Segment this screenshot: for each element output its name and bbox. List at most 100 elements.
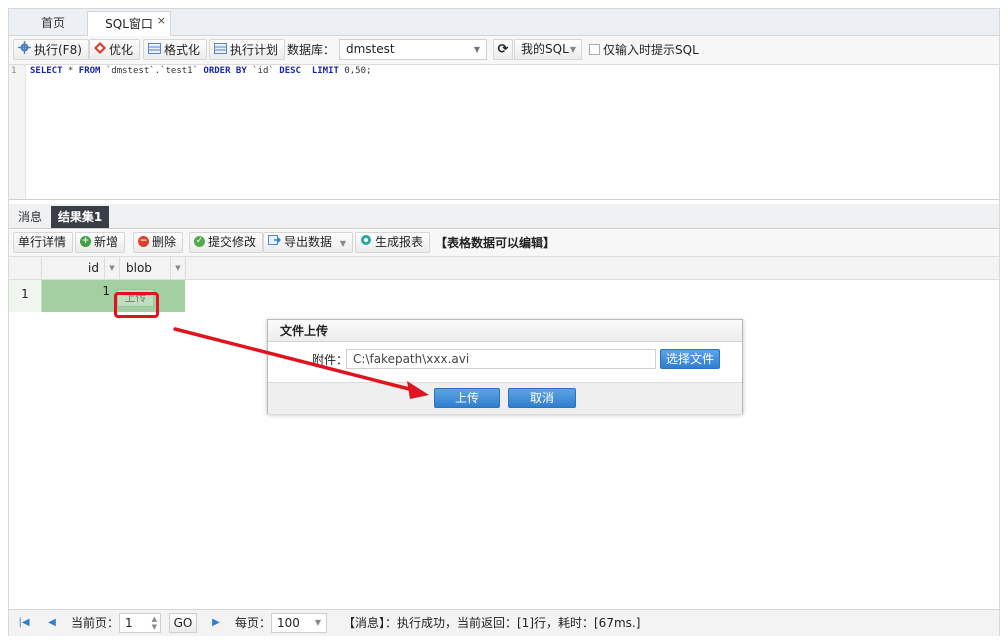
column-header-id[interactable]: id ▼ bbox=[42, 257, 120, 279]
format-label: 格式化 bbox=[164, 43, 201, 57]
add-row-label: 新增 bbox=[94, 235, 119, 249]
add-row-button[interactable]: + 新增 bbox=[75, 232, 126, 253]
close-icon[interactable]: × bbox=[157, 9, 166, 33]
dialog-footer: 上传 取消 bbox=[268, 382, 742, 414]
format-button[interactable]: 格式化 bbox=[143, 39, 208, 61]
execute-button[interactable]: 执行(F8) bbox=[13, 39, 89, 60]
column-header-label: blob bbox=[126, 261, 152, 275]
export-data-button[interactable]: 导出数据 ▼ bbox=[263, 232, 353, 253]
execution-plan-button[interactable]: 执行计划 bbox=[209, 39, 286, 61]
first-page-icon[interactable]: |◀ bbox=[15, 614, 33, 632]
row-detail-button[interactable]: 单行详情 bbox=[13, 232, 74, 253]
sql-keyword: FROM bbox=[78, 66, 101, 76]
tab-result-set-1[interactable]: 结果集1 bbox=[51, 206, 109, 228]
attachment-label: 附件： bbox=[312, 353, 349, 367]
sql-toolbar: 执行(F8) 优化 格式化 执行计划 数据库： dmstest ▼ ⟳ 我的SQ… bbox=[9, 36, 999, 65]
check-icon: ✓ bbox=[194, 236, 205, 247]
delete-row-label: 删除 bbox=[152, 235, 177, 249]
choose-file-button[interactable]: 选择文件 bbox=[660, 349, 720, 369]
result-tab-bar: 消息 结果集1 bbox=[9, 204, 999, 229]
line-gutter: 1 bbox=[9, 65, 26, 199]
refresh-icon[interactable]: ⟳ bbox=[493, 39, 513, 60]
tab-sql-window[interactable]: SQL窗口 × bbox=[87, 11, 171, 36]
execution-plan-label: 执行计划 bbox=[230, 43, 279, 57]
go-button[interactable]: GO bbox=[169, 613, 197, 633]
tab-messages[interactable]: 消息 bbox=[11, 206, 49, 228]
sql-window: 首页 SQL窗口 × 执行(F8) 优化 格式化 执行计划 数据库： dmste… bbox=[8, 8, 1000, 636]
grid-header: id ▼ blob ▼ bbox=[9, 257, 999, 280]
sql-keyword: LIMIT bbox=[311, 66, 339, 76]
sql-keyword: ORDER BY bbox=[203, 66, 247, 76]
hint-only-checkbox[interactable] bbox=[589, 44, 600, 55]
column-header-label: id bbox=[88, 261, 99, 275]
result-grid: id ▼ blob ▼ 1 1 上传 bbox=[9, 257, 999, 607]
dialog-body: 附件： C:\fakepath\xxx.avi 选择文件 bbox=[268, 343, 742, 378]
next-page-icon[interactable]: ▶ bbox=[207, 614, 225, 632]
file-upload-dialog: 文件上传 附件： C:\fakepath\xxx.avi 选择文件 上传 取消 bbox=[267, 319, 743, 414]
chevron-down-icon: ▼ bbox=[569, 45, 576, 54]
tab-home[interactable]: 首页 bbox=[19, 11, 87, 35]
execute-label: 执行(F8) bbox=[34, 43, 82, 57]
file-path-input[interactable]: C:\fakepath\xxx.avi bbox=[346, 349, 656, 369]
chevron-down-icon: ▼ bbox=[314, 618, 321, 627]
chevron-down-icon[interactable]: ▼ bbox=[170, 257, 185, 279]
cell-id[interactable]: 1 bbox=[42, 284, 110, 298]
gear-icon bbox=[18, 40, 31, 61]
upload-button[interactable]: 上传 bbox=[434, 388, 500, 408]
grid-corner bbox=[9, 257, 42, 279]
export-data-label: 导出数据 bbox=[284, 235, 333, 249]
minus-icon: − bbox=[138, 236, 149, 247]
database-label: 数据库： bbox=[287, 43, 336, 57]
optimize-button[interactable]: 优化 bbox=[89, 39, 141, 61]
my-sql-dropdown[interactable]: 我的SQL ▼ bbox=[514, 39, 582, 60]
dialog-title: 文件上传 bbox=[268, 320, 742, 342]
optimize-label: 优化 bbox=[109, 43, 134, 57]
sql-text: `id` bbox=[246, 66, 280, 76]
per-page-select[interactable]: 100 ▼ bbox=[271, 613, 327, 633]
chevron-down-icon: ▼ bbox=[339, 239, 346, 248]
pagination-bar: |◀ ◀ 当前页： 1 ▲ ▼ GO ▶ 每页： 100 ▼ 【消息】：执行成功，… bbox=[9, 609, 999, 636]
generate-report-button[interactable]: 生成报表 bbox=[355, 232, 431, 253]
per-page-label: 每页： bbox=[235, 616, 272, 630]
editable-note: 【表格数据可以编辑】 bbox=[435, 236, 556, 250]
row-number: 1 bbox=[9, 280, 42, 312]
submit-changes-button[interactable]: ✓ 提交修改 bbox=[189, 232, 264, 253]
sql-keyword: SELECT bbox=[30, 66, 63, 76]
submit-changes-label: 提交修改 bbox=[208, 235, 257, 249]
chevron-down-icon[interactable]: ▼ bbox=[104, 257, 119, 279]
cancel-button[interactable]: 取消 bbox=[508, 388, 576, 408]
delete-row-button[interactable]: − 删除 bbox=[133, 232, 184, 253]
prev-page-icon[interactable]: ◀ bbox=[43, 614, 61, 632]
result-toolbar: 单行详情 + 新增 − 删除 ✓ 提交修改 导出数据 ▼ 生成报表 【表格数据可以编辑… bbox=[9, 230, 999, 257]
sql-text: 0,50; bbox=[338, 66, 372, 76]
highlight-box bbox=[114, 292, 159, 318]
line-number: 1 bbox=[11, 66, 17, 76]
tab-sql-window-label: SQL窗口 bbox=[105, 17, 153, 31]
report-icon bbox=[360, 233, 372, 252]
current-page-value: 1 bbox=[125, 616, 133, 630]
hint-only-label: 仅输入时提示SQL bbox=[603, 43, 699, 57]
generate-report-label: 生成报表 bbox=[375, 235, 424, 249]
table-icon bbox=[148, 40, 161, 61]
sql-text: * bbox=[62, 66, 79, 76]
plus-icon: + bbox=[80, 236, 91, 247]
column-header-blob[interactable]: blob ▼ bbox=[120, 257, 186, 279]
per-page-value: 100 bbox=[277, 616, 300, 630]
chevron-down-icon: ▼ bbox=[473, 45, 480, 54]
diamond-icon bbox=[94, 40, 106, 61]
sql-keyword: DESC bbox=[279, 66, 301, 76]
table-icon bbox=[214, 40, 227, 61]
sql-code-line: SELECT * FROM `dmstest`.`test1` ORDER BY… bbox=[30, 66, 371, 76]
database-select[interactable]: dmstest ▼ bbox=[339, 39, 487, 60]
current-page-input[interactable]: 1 ▲ ▼ bbox=[119, 613, 161, 633]
top-tab-bar: 首页 SQL窗口 × bbox=[9, 9, 999, 36]
database-value: dmstest bbox=[346, 42, 395, 56]
current-page-label: 当前页： bbox=[71, 616, 120, 630]
sql-text: `dmstest`.`test1` bbox=[100, 66, 204, 76]
export-icon bbox=[268, 233, 281, 252]
stepper-icon[interactable]: ▲ ▼ bbox=[152, 615, 157, 631]
sql-editor[interactable]: 1 SELECT * FROM `dmstest`.`test1` ORDER … bbox=[9, 65, 999, 200]
status-message: 【消息】：执行成功，当前返回：[1]行，耗时：[67ms.] bbox=[343, 616, 641, 630]
my-sql-label: 我的SQL bbox=[521, 42, 569, 56]
